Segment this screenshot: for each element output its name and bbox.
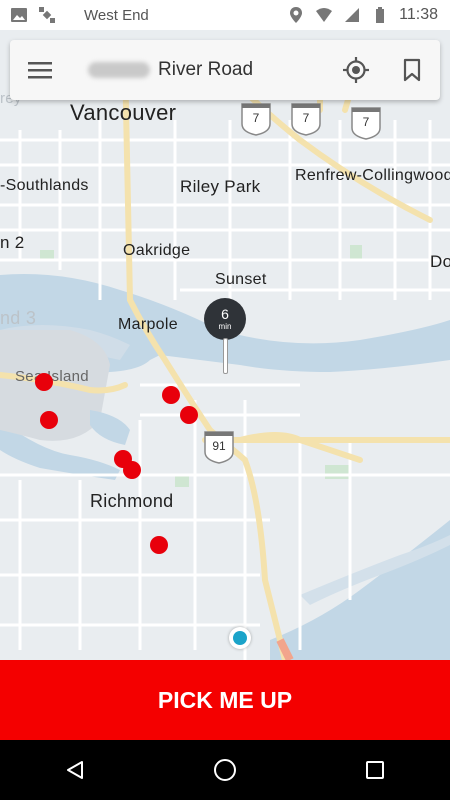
redacted-street-number — [88, 62, 150, 78]
satellite-icon — [39, 7, 55, 23]
map-label-renfrew: Renfrew-Collingwood — [295, 167, 450, 184]
current-location-marker — [229, 627, 251, 649]
pickup-address-text: River Road — [158, 59, 254, 80]
gallery-icon — [11, 8, 27, 22]
highway-shield-number: 7 — [362, 115, 370, 129]
vehicle-dot[interactable] — [162, 386, 180, 404]
map-view[interactable]: Vancouver rey -Southlands Riley Park Ren… — [0, 30, 450, 660]
eta-unit: min — [218, 322, 232, 331]
highway-shield-number: 91 — [212, 439, 226, 453]
eta-badge: 6 min — [204, 298, 246, 340]
signal-icon — [345, 8, 360, 22]
search-bar: River Road — [10, 40, 440, 100]
map-label-riley-park: Riley Park — [180, 177, 261, 196]
map-label-vancouver: Vancouver — [70, 100, 177, 125]
pickup-address[interactable]: River Road — [70, 59, 328, 81]
location-icon — [290, 7, 303, 23]
map-label-southlands: -Southlands — [0, 177, 89, 194]
eta-minutes: 6 — [221, 306, 229, 322]
battery-icon — [376, 7, 385, 23]
recents-square-icon[interactable] — [345, 740, 405, 800]
highway-shield: 7 — [350, 106, 382, 140]
map-label-n2: n 2 — [0, 233, 25, 252]
hamburger-menu-icon[interactable] — [10, 40, 70, 100]
map-label-richmond: Richmond — [90, 491, 174, 511]
map-label-sunset: Sunset — [215, 271, 267, 288]
highway-shield: 7 — [290, 102, 322, 136]
back-triangle-icon[interactable] — [45, 740, 105, 800]
vehicle-dot[interactable] — [35, 373, 53, 391]
clock-time: 11:38 — [399, 6, 438, 23]
wifi-icon — [316, 8, 333, 22]
map-label-nd3: nd 3 — [0, 308, 37, 328]
eta-pickup-pin[interactable]: 6 min — [204, 298, 246, 378]
map-label-marpole: Marpole — [118, 316, 178, 333]
pin-stick — [223, 338, 228, 374]
status-bar: West End 11:38 — [0, 0, 450, 30]
highway-shield-number: 7 — [302, 111, 310, 125]
home-circle-icon[interactable] — [195, 740, 255, 800]
bookmark-icon[interactable] — [384, 40, 440, 100]
vehicle-dot[interactable] — [150, 536, 168, 554]
highway-shield: 91 — [203, 430, 235, 464]
map-label-oakridge: Oakridge — [123, 242, 191, 259]
highway-shield: 7 — [240, 102, 272, 136]
map-label-do: Do — [430, 252, 450, 271]
crosshair-locate-icon[interactable] — [328, 40, 384, 100]
vehicle-dot[interactable] — [123, 461, 141, 479]
pick-me-up-button[interactable]: PICK ME UP — [0, 660, 450, 740]
carrier-name: West End — [84, 6, 149, 24]
highway-shield-number: 7 — [252, 111, 260, 125]
vehicle-dot[interactable] — [40, 411, 58, 429]
system-nav-bar — [0, 740, 450, 800]
vehicle-dot[interactable] — [180, 406, 198, 424]
